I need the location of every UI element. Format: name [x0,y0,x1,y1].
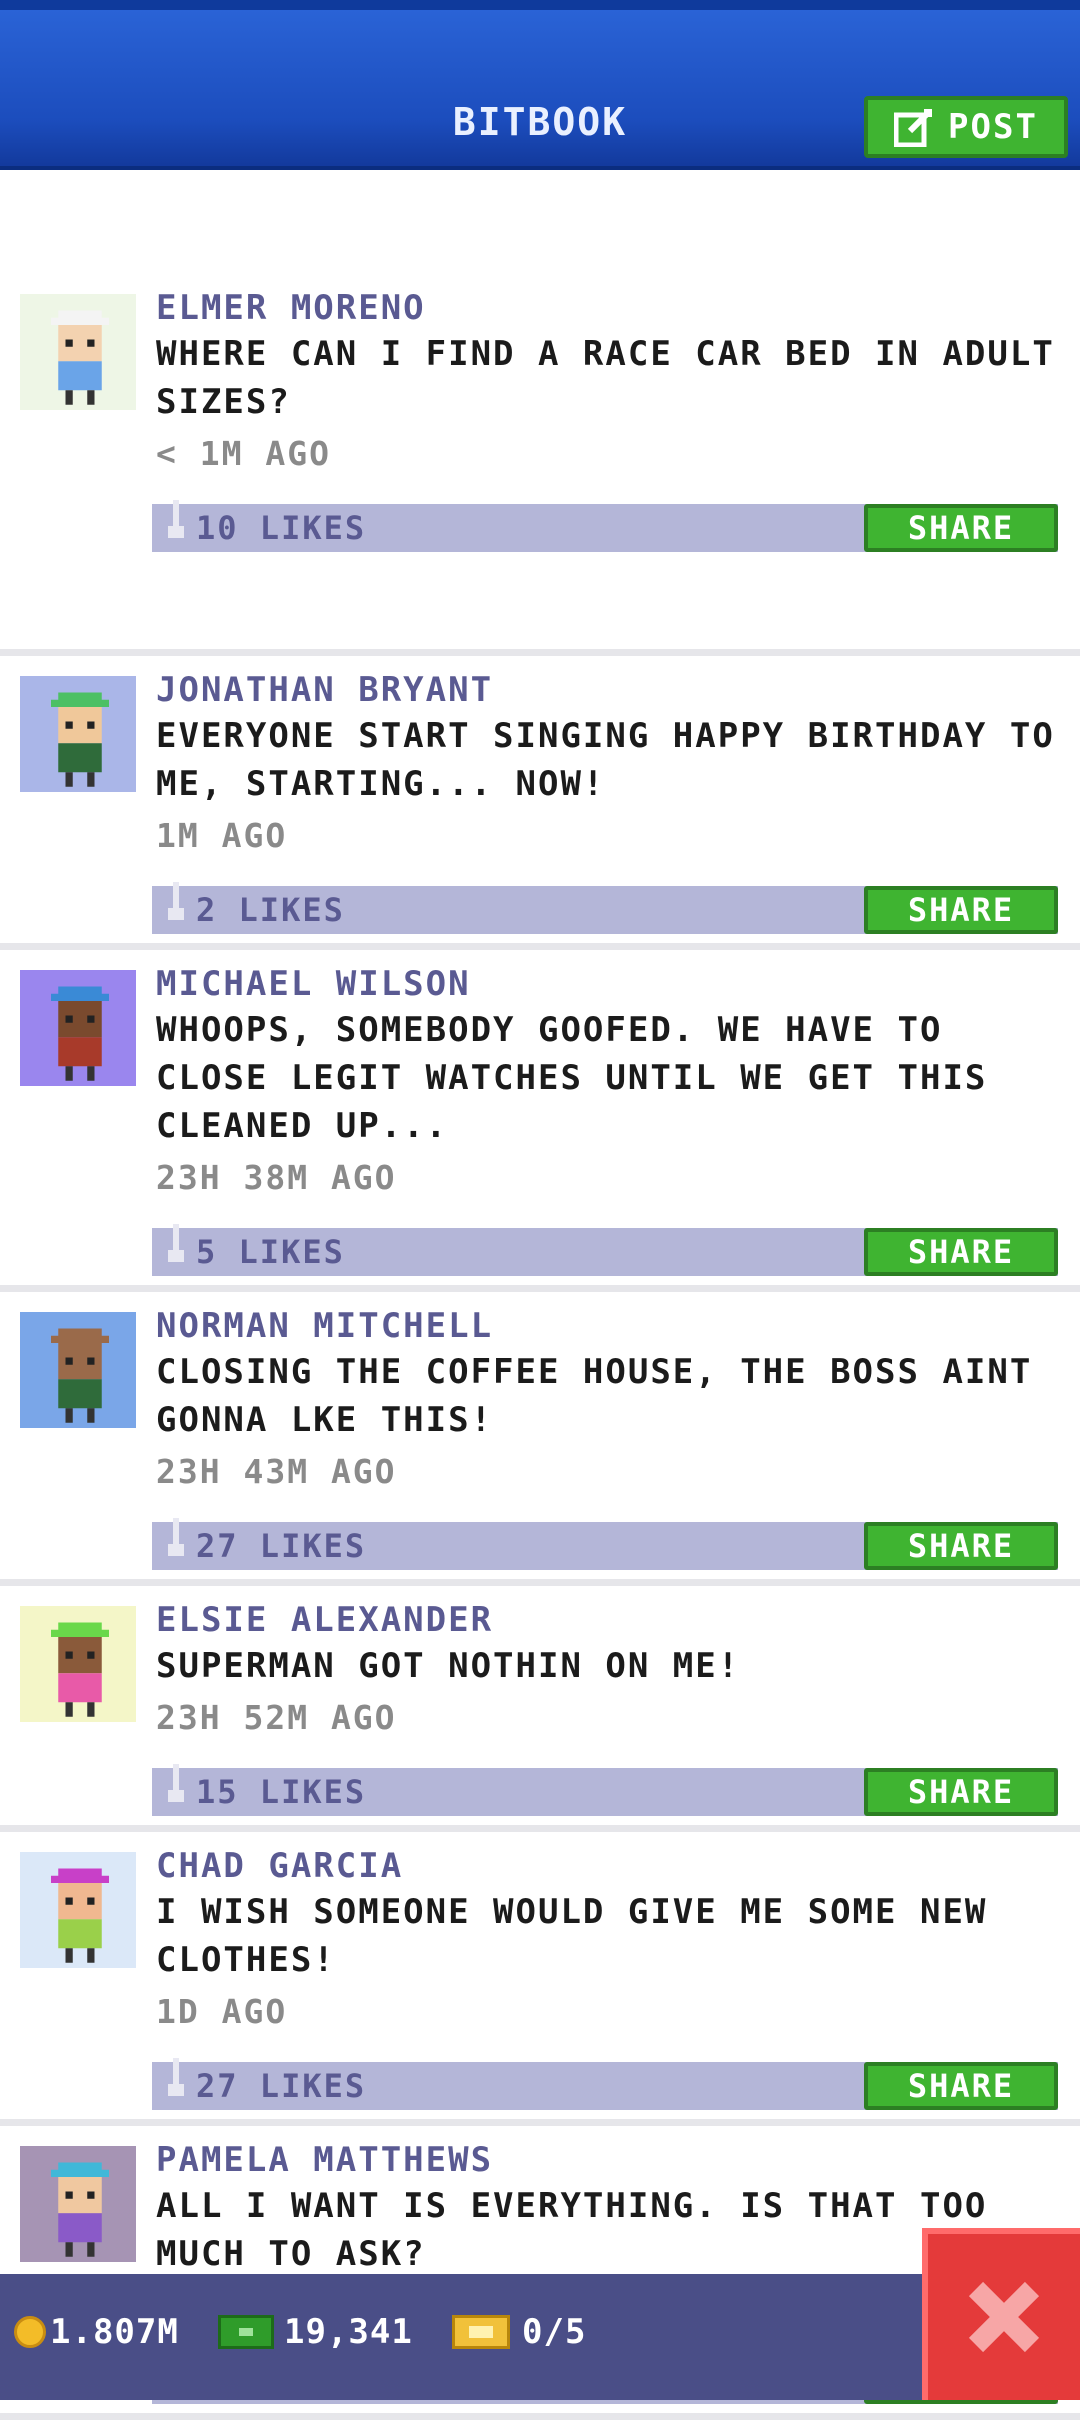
like-bar[interactable]: 2 LIKES SHARE [152,882,1058,934]
post-timestamp: 23H 38M AGO [156,1158,397,1197]
share-button-label: SHARE [907,1773,1015,1811]
post-author[interactable]: MICHAEL WILSON [156,964,471,1004]
likes-count: 10 LIKES [196,509,367,547]
close-icon [968,2281,1040,2353]
coins-value: 1.807M [50,2312,179,2352]
character-icon [22,1854,134,1966]
post-author[interactable]: ELSIE ALEXANDER [156,1600,493,1640]
bux-stat: 19,341 [218,2312,413,2352]
edit-icon [894,109,933,147]
share-button[interactable]: SHARE [864,2062,1058,2110]
avatar[interactable] [20,676,136,792]
thumb-up-icon [166,1518,186,1556]
share-button[interactable]: SHARE [864,1768,1058,1816]
tickets-stat: 0/5 [452,2312,586,2352]
post-author[interactable]: JONATHAN BRYANT [156,670,493,710]
post-button[interactable]: POST [864,96,1068,158]
post-timestamp: 1D AGO [156,1992,288,2031]
character-icon [22,2148,134,2260]
like-bar[interactable]: 10 LIKES SHARE [152,500,1058,552]
cash-icon [218,2315,274,2349]
share-button-label: SHARE [907,1233,1015,1271]
feed-post: MICHAEL WILSON WHOOPS, SOMEBODY GOOFED. … [0,950,1080,1292]
coin-icon [14,2316,46,2348]
post-author[interactable]: PAMELA MATTHEWS [156,2140,493,2180]
thumb-up-icon [166,1224,186,1262]
thumb-up-icon [166,2058,186,2096]
thumb-up-icon [166,882,186,920]
share-button[interactable]: SHARE [864,1228,1058,1276]
post-message: I WISH SOMEONE WOULD GIVE ME SOME NEW CL… [156,1892,988,1980]
coins-stat: 1.807M [14,2312,179,2352]
feed-post: ELSIE ALEXANDER SUPERMAN GOT NOTHIN ON M… [0,1586,1080,1832]
thumb-up-icon [166,1764,186,1802]
character-icon [22,296,134,408]
feed-post: CHAD GARCIA I WISH SOMEONE WOULD GIVE ME… [0,1832,1080,2126]
likes-count: 5 LIKES [196,1233,345,1271]
thumb-up-icon [166,500,186,538]
feed-post: ELMER MORENO WHERE CAN I FIND A RACE CAR… [0,170,1080,656]
like-bar[interactable]: 5 LIKES SHARE [152,1224,1058,1276]
feed-post: NORMAN MITCHELL CLOSING THE COFFEE HOUSE… [0,1292,1080,1586]
likes-count: 27 LIKES [196,1527,367,1565]
top-bar: BITBOOK POST [0,0,1080,170]
share-button-label: SHARE [907,2067,1015,2105]
avatar[interactable] [20,1606,136,1722]
character-icon [22,678,134,790]
ticket-icon [452,2315,510,2349]
post-message: SUPERMAN GOT NOTHIN ON ME! [156,1646,741,1686]
post-button-label: POST [948,107,1038,147]
likes-count: 27 LIKES [196,2067,367,2105]
post-message: WHOOPS, SOMEBODY GOOFED. WE HAVE TO CLOS… [156,1010,988,1146]
post-author[interactable]: CHAD GARCIA [156,1846,403,1886]
avatar[interactable] [20,294,136,410]
bottom-status-bar: 1.807M 19,341 0/5 [0,2274,1080,2400]
post-message: CLOSING THE COFFEE HOUSE, THE BOSS AINT … [156,1352,1033,1440]
post-timestamp: < 1M AGO [156,434,331,473]
post-timestamp: 1M AGO [156,816,288,855]
post-author[interactable]: NORMAN MITCHELL [156,1306,493,1346]
like-bar[interactable]: 27 LIKES SHARE [152,1518,1058,1570]
character-icon [22,1314,134,1426]
close-button[interactable] [922,2228,1080,2400]
character-icon [22,972,134,1084]
likes-count: 2 LIKES [196,891,345,929]
avatar[interactable] [20,970,136,1086]
share-button[interactable]: SHARE [864,886,1058,934]
feed-post: JONATHAN BRYANT EVERYONE START SINGING H… [0,656,1080,950]
share-button-label: SHARE [907,1527,1015,1565]
share-button[interactable]: SHARE [864,504,1058,552]
like-bar[interactable]: 27 LIKES SHARE [152,2058,1058,2110]
post-timestamp: 23H 52M AGO [156,1698,397,1737]
share-button[interactable]: SHARE [864,1522,1058,1570]
post-timestamp: 23H 43M AGO [156,1452,397,1491]
tickets-value: 0/5 [522,2312,587,2352]
post-message: WHERE CAN I FIND A RACE CAR BED IN ADULT… [156,334,1055,422]
like-bar[interactable]: 15 LIKES SHARE [152,1764,1058,1816]
bux-value: 19,341 [284,2312,413,2352]
avatar[interactable] [20,2146,136,2262]
avatar[interactable] [20,1312,136,1428]
avatar[interactable] [20,1852,136,1968]
character-icon [22,1608,134,1720]
share-button-label: SHARE [907,509,1015,547]
post-author[interactable]: ELMER MORENO [156,288,426,328]
post-message: EVERYONE START SINGING HAPPY BIRTHDAY TO… [156,716,1055,804]
share-button-label: SHARE [907,891,1015,929]
likes-count: 15 LIKES [196,1773,367,1811]
